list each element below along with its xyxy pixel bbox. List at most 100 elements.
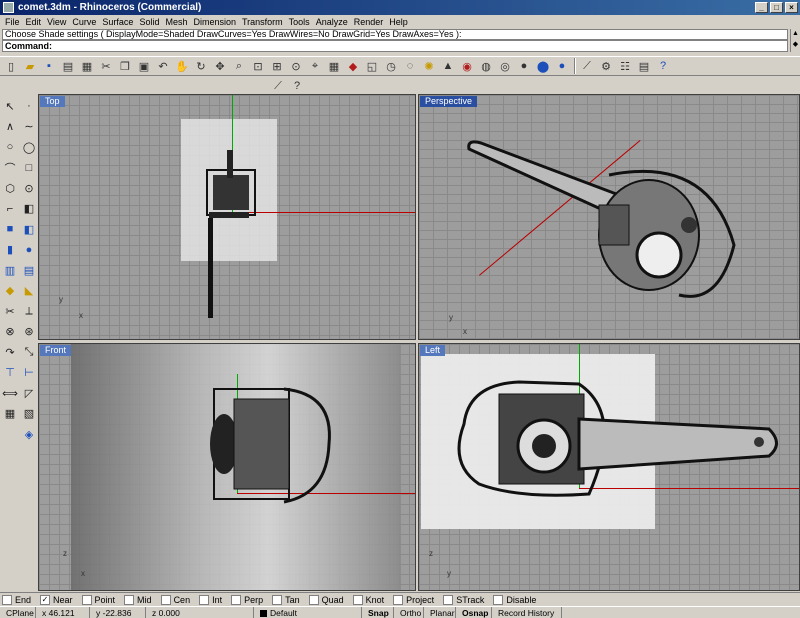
save-icon[interactable]: ▪: [40, 57, 58, 75]
osnap-tan-checkbox[interactable]: [272, 594, 283, 605]
mesh-icon[interactable]: ◈: [20, 425, 38, 443]
point-icon[interactable]: ·: [20, 97, 38, 115]
status-record-history[interactable]: Record History: [492, 606, 562, 618]
osnap-mid-checkbox[interactable]: [124, 594, 135, 605]
brush-icon[interactable]: ⟋: [269, 77, 287, 95]
osnap-int-checkbox[interactable]: [199, 594, 210, 605]
trim-icon[interactable]: ✂: [1, 302, 19, 320]
menu-solid[interactable]: Solid: [136, 17, 162, 27]
fillet-icon[interactable]: ⌐: [1, 200, 19, 218]
array-icon[interactable]: ⊢: [20, 364, 38, 382]
settings-icon[interactable]: ▤: [635, 57, 653, 75]
text-icon[interactable]: ⊙: [20, 179, 38, 197]
print-icon[interactable]: ▤: [59, 57, 77, 75]
viewport-title-perspective[interactable]: Perspective: [420, 96, 478, 107]
osnap-knot-checkbox[interactable]: [352, 594, 363, 605]
menu-tools[interactable]: Tools: [286, 17, 313, 27]
zoom-dynamic-icon[interactable]: ⌕: [230, 57, 248, 75]
join-icon[interactable]: ⊗: [1, 323, 19, 341]
rotate-view-icon[interactable]: ↻: [192, 57, 210, 75]
gear-icon[interactable]: ⚙: [597, 57, 615, 75]
osnap-perp-checkbox[interactable]: [231, 594, 242, 605]
color-icon[interactable]: ◉: [458, 57, 476, 75]
extrude-icon[interactable]: ▥: [1, 261, 19, 279]
split-icon[interactable]: ⟂: [20, 302, 38, 320]
close-button[interactable]: ×: [785, 2, 798, 13]
status-snap[interactable]: Snap: [362, 606, 394, 618]
viewport-left[interactable]: Left z y: [418, 343, 800, 591]
paste-icon[interactable]: ▣: [135, 57, 153, 75]
viewport-perspective[interactable]: Perspective y x: [418, 94, 800, 340]
sphere-icon[interactable]: ●: [20, 241, 38, 259]
menu-surface[interactable]: Surface: [99, 17, 136, 27]
status-layer[interactable]: Default: [254, 606, 362, 618]
undo-icon[interactable]: ↶: [154, 57, 172, 75]
viewport-title-top[interactable]: Top: [40, 96, 65, 107]
osnap-strack-checkbox[interactable]: [443, 594, 454, 605]
box-icon[interactable]: ■: [1, 220, 19, 238]
cylinder-icon[interactable]: ▮: [1, 241, 19, 259]
osnap-disable[interactable]: Disable: [493, 594, 536, 605]
pan-hand-icon[interactable]: ✋: [173, 57, 191, 75]
osnap-perp[interactable]: Perp: [231, 594, 263, 605]
offset-icon[interactable]: ◧: [20, 200, 38, 218]
menu-edit[interactable]: Edit: [23, 17, 45, 27]
osnap-cen-checkbox[interactable]: [160, 594, 171, 605]
lock-icon[interactable]: ▲: [439, 57, 457, 75]
new-file-icon[interactable]: ▯: [2, 57, 20, 75]
zoom-extents-icon[interactable]: ⊞: [268, 57, 286, 75]
osnap-int[interactable]: Int: [199, 594, 222, 605]
boolean-icon[interactable]: ◆: [1, 282, 19, 300]
mirror-icon[interactable]: ⊤: [1, 364, 19, 382]
history-scroll-button[interactable]: ▲: [790, 29, 800, 40]
osnap-knot[interactable]: Knot: [352, 594, 384, 605]
color-wheel-icon[interactable]: ◍: [477, 57, 495, 75]
rendered-sphere-icon[interactable]: ●: [553, 57, 571, 75]
osnap-point-checkbox[interactable]: [81, 594, 92, 605]
move-icon[interactable]: ✥: [211, 57, 229, 75]
viewport-top[interactable]: Top y x: [38, 94, 416, 340]
grid-icon[interactable]: ▦: [325, 57, 343, 75]
osnap-tan[interactable]: Tan: [272, 594, 300, 605]
analysis-icon[interactable]: ⟋: [578, 57, 596, 75]
polygon-icon[interactable]: ⬡: [1, 179, 19, 197]
osnap-project[interactable]: Project: [393, 594, 434, 605]
arc-icon[interactable]: ⌒: [1, 159, 19, 177]
cut-icon[interactable]: ✂: [97, 57, 115, 75]
osnap-project-checkbox[interactable]: [393, 594, 404, 605]
osnap-strack[interactable]: STrack: [443, 594, 484, 605]
osnap-quad-checkbox[interactable]: [308, 594, 319, 605]
cplane-icon[interactable]: ◱: [363, 57, 381, 75]
polyline-icon[interactable]: ∧: [1, 118, 19, 136]
copy-icon[interactable]: ❐: [116, 57, 134, 75]
render-sphere-icon[interactable]: ⬤: [534, 57, 552, 75]
status-osnap[interactable]: Osnap: [456, 606, 492, 618]
properties-icon[interactable]: ▦: [78, 57, 96, 75]
menu-file[interactable]: File: [2, 17, 23, 27]
command-scroll-button[interactable]: ◆: [790, 40, 800, 52]
menu-analyze[interactable]: Analyze: [313, 17, 351, 27]
clock-icon[interactable]: ◷: [382, 57, 400, 75]
osnap-mid[interactable]: Mid: [124, 594, 152, 605]
osnap-end[interactable]: End: [2, 594, 31, 605]
curve-icon[interactable]: ∼: [20, 118, 38, 136]
osnap-disable-checkbox[interactable]: [493, 594, 504, 605]
menu-mesh[interactable]: Mesh: [162, 17, 190, 27]
command-line[interactable]: Command:: [2, 40, 788, 52]
help-icon[interactable]: ?: [654, 57, 672, 75]
loft-icon[interactable]: ▤: [20, 261, 38, 279]
maximize-button[interactable]: □: [770, 2, 783, 13]
viewport-front[interactable]: Front z x: [38, 343, 416, 591]
analyze-icon[interactable]: ▧: [20, 405, 38, 423]
osnap-cen[interactable]: Cen: [160, 594, 190, 605]
osnap-point[interactable]: Point: [81, 594, 115, 605]
dimension-icon[interactable]: ⟺: [1, 384, 19, 402]
osnap-near[interactable]: ✓ Near: [40, 594, 73, 605]
shaded-sphere-icon[interactable]: ●: [515, 57, 533, 75]
minimize-button[interactable]: _: [755, 2, 768, 13]
select-icon[interactable]: ◌: [401, 57, 419, 75]
explode-icon[interactable]: ⊛: [20, 323, 38, 341]
wireframe-sphere-icon[interactable]: ◎: [496, 57, 514, 75]
osnap-end-checkbox[interactable]: [2, 594, 12, 605]
options-icon[interactable]: ☷: [616, 57, 634, 75]
